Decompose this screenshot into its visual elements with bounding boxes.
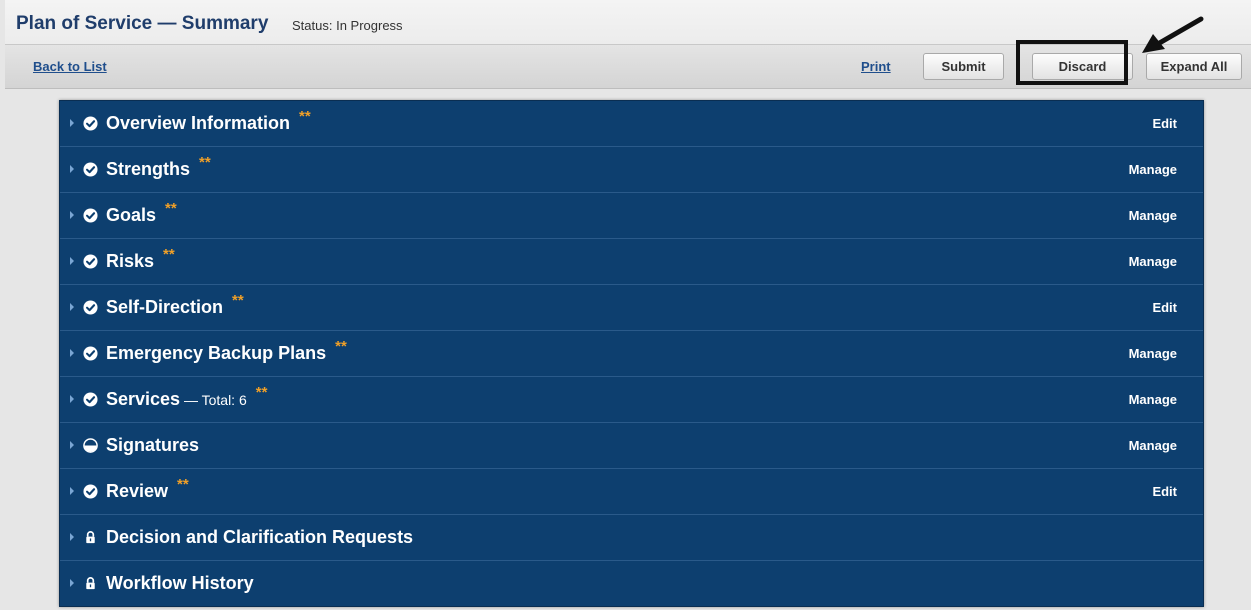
section-title: Self-Direction ** [106, 292, 244, 318]
section-row-emergency-backup-plans[interactable]: Emergency Backup Plans ** Manage [60, 331, 1203, 377]
required-marker: ** [335, 338, 347, 355]
section-row-risks[interactable]: Risks ** Manage [60, 239, 1203, 285]
expand-arrow-icon[interactable] [70, 349, 74, 357]
section-row-services[interactable]: Services — Total: 6 ** Manage [60, 377, 1203, 423]
section-row-self-direction[interactable]: Self-Direction ** Edit [60, 285, 1203, 331]
submit-button[interactable]: Submit [923, 53, 1004, 80]
page-title: Plan of Service — Summary [16, 13, 269, 34]
edit-link[interactable]: Edit [1152, 484, 1177, 499]
section-title-text: Strengths [106, 159, 191, 179]
manage-link[interactable]: Manage [1129, 438, 1177, 453]
check-circle-icon [83, 392, 98, 407]
back-to-list-link[interactable]: Back to List [33, 59, 107, 74]
sections-panel: Overview Information ** Edit Strengths ** Man… [59, 100, 1204, 607]
check-circle-icon [83, 208, 98, 223]
edit-link[interactable]: Edit [1152, 300, 1177, 315]
section-row-workflow-history[interactable]: Workflow History [60, 561, 1203, 606]
section-title-text: Workflow History [106, 573, 254, 593]
check-circle-icon [83, 254, 98, 269]
check-circle-icon [83, 162, 98, 177]
check-circle-icon [83, 116, 98, 131]
expand-arrow-icon[interactable] [70, 441, 74, 449]
lock-icon [83, 530, 98, 545]
required-marker: ** [163, 246, 175, 263]
section-title: Services — Total: 6 ** [106, 384, 267, 410]
section-title: Risks ** [106, 246, 175, 272]
expand-arrow-icon[interactable] [70, 303, 74, 311]
section-title: Strengths ** [106, 154, 211, 180]
edit-link[interactable]: Edit [1152, 116, 1177, 131]
toolbar: Back to List Print Submit Discard Expand… [5, 45, 1251, 89]
section-title: Overview Information ** [106, 108, 311, 134]
section-row-goals[interactable]: Goals ** Manage [60, 193, 1203, 239]
section-row-strengths[interactable]: Strengths ** Manage [60, 147, 1203, 193]
section-title: Signatures [106, 435, 199, 456]
discard-button[interactable]: Discard [1032, 53, 1133, 80]
required-marker: ** [299, 108, 311, 125]
manage-link[interactable]: Manage [1129, 346, 1177, 361]
expand-arrow-icon[interactable] [70, 257, 74, 265]
section-title-text: Goals [106, 205, 157, 225]
section-title-text: Signatures [106, 435, 200, 455]
print-link[interactable]: Print [861, 59, 891, 74]
required-marker: ** [165, 200, 177, 217]
expand-arrow-icon[interactable] [70, 119, 74, 127]
expand-arrow-icon[interactable] [70, 211, 74, 219]
section-title-text: Decision and Clarification Requests [106, 527, 414, 547]
manage-link[interactable]: Manage [1129, 392, 1177, 407]
section-title-text: Overview Information [106, 113, 291, 133]
check-circle-icon [83, 346, 98, 361]
manage-link[interactable]: Manage [1129, 208, 1177, 223]
section-row-decision-and-clarification-requests[interactable]: Decision and Clarification Requests [60, 515, 1203, 561]
section-subtext: — Total: 6 [180, 392, 247, 408]
expand-arrow-icon[interactable] [70, 579, 74, 587]
pointer-arrow-icon [1142, 16, 1204, 53]
section-row-overview-information[interactable]: Overview Information ** Edit [60, 101, 1203, 147]
section-title: Review ** [106, 476, 189, 502]
required-marker: ** [199, 154, 211, 171]
expand-arrow-icon[interactable] [70, 395, 74, 403]
expand-arrow-icon[interactable] [70, 165, 74, 173]
section-title-text: Self-Direction [106, 297, 224, 317]
half-circle-icon [83, 438, 98, 453]
expand-arrow-icon[interactable] [70, 487, 74, 495]
lock-icon [83, 576, 98, 591]
required-marker: ** [255, 384, 268, 401]
section-title: Decision and Clarification Requests [106, 527, 413, 548]
manage-link[interactable]: Manage [1129, 254, 1177, 269]
section-row-review[interactable]: Review ** Edit [60, 469, 1203, 515]
section-title: Workflow History [106, 573, 254, 594]
section-title-text: Risks [106, 251, 155, 271]
section-title-text: Emergency Backup Plans [106, 343, 327, 363]
section-title: Emergency Backup Plans ** [106, 338, 347, 364]
section-title-text: Services [106, 389, 181, 409]
manage-link[interactable]: Manage [1129, 162, 1177, 177]
title-bar: Plan of Service — Summary Status: In Pro… [5, 0, 1251, 45]
check-circle-icon [83, 300, 98, 315]
check-circle-icon [83, 484, 98, 499]
expand-arrow-icon[interactable] [70, 533, 74, 541]
section-title: Goals ** [106, 200, 177, 226]
required-marker: ** [232, 292, 244, 309]
section-title-text: Review [106, 481, 169, 501]
required-marker: ** [177, 476, 189, 493]
status-text: Status: In Progress [292, 18, 403, 33]
section-row-signatures[interactable]: Signatures Manage [60, 423, 1203, 469]
